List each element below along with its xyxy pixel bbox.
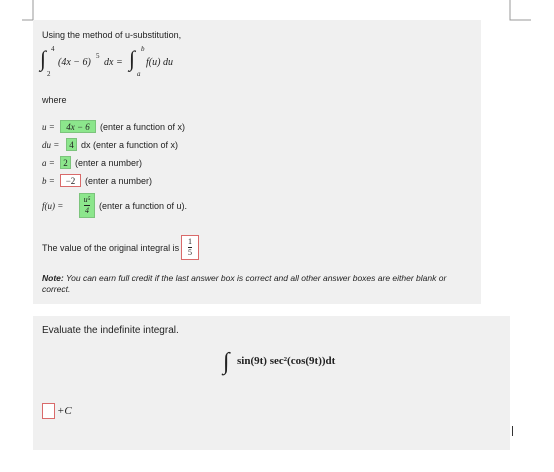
- corner-mark-right: [509, 0, 531, 21]
- integral-sign: ∫: [223, 349, 230, 375]
- f-label: f(u) =: [42, 201, 64, 211]
- b-hint: (enter a number): [85, 176, 153, 186]
- integral-sign-right: ∫: [129, 46, 136, 71]
- a-hint: (enter a number): [75, 158, 143, 168]
- f-denominator: 4: [85, 206, 89, 215]
- question-panel-indefinite: Evaluate the indefinite integral. ∫ sin(…: [33, 316, 510, 450]
- lower-limit-left: 2: [47, 70, 51, 78]
- question-prompt: Evaluate the indefinite integral.: [42, 325, 179, 336]
- du-answer-input[interactable]: 4: [66, 138, 77, 151]
- lower-limit-right: a: [137, 70, 141, 78]
- note-text: You can earn full credit if the last ans…: [42, 273, 447, 294]
- integral-sign-left: ∫: [40, 46, 47, 71]
- original-integral-input[interactable]: 1 5: [181, 235, 199, 260]
- integrand-left: (4x − 6): [58, 57, 91, 68]
- b-answer-input[interactable]: −2: [60, 174, 81, 187]
- plus-c: +C: [57, 405, 72, 417]
- f-answer-input[interactable]: u⁵ 4: [79, 193, 95, 218]
- du-hint: dx (enter a function of x): [81, 140, 179, 150]
- question-intro: Using the method of u-substitution,: [42, 30, 182, 40]
- u-hint: (enter a function of x): [100, 122, 186, 132]
- original-denominator: 5: [188, 248, 192, 257]
- upper-limit-left: 4: [51, 45, 55, 53]
- dx-equals: dx =: [104, 57, 123, 68]
- corner-mark-left: [22, 0, 34, 21]
- u-answer-input[interactable]: 4x − 6: [60, 120, 96, 133]
- upper-limit-right: b: [141, 45, 145, 53]
- note: Note: You can earn full credit if the la…: [42, 273, 472, 295]
- a-answer-input[interactable]: 2: [60, 156, 71, 169]
- a-label: a =: [42, 158, 55, 168]
- du-label: du =: [42, 140, 60, 150]
- answer-input[interactable]: [42, 403, 55, 419]
- u-label: u =: [42, 122, 55, 132]
- original-numerator: 1: [188, 237, 192, 246]
- question-panel-substitution: Using the method of u-substitution, ∫ 4 …: [33, 20, 481, 304]
- where-label: where: [42, 95, 67, 105]
- f-numerator: u⁵: [83, 195, 91, 204]
- note-label: Note:: [42, 273, 64, 283]
- original-integral-text: The value of the original integral is: [42, 243, 180, 253]
- b-label: b =: [42, 176, 55, 186]
- integral-expression: sin(9t) sec²(cos(9t))dt: [237, 355, 336, 367]
- f-hint: (enter a function of u).: [99, 201, 188, 211]
- power-left: 5: [96, 52, 100, 60]
- cursor-bar: [512, 426, 513, 436]
- integrand-right: f(u) du: [146, 57, 173, 68]
